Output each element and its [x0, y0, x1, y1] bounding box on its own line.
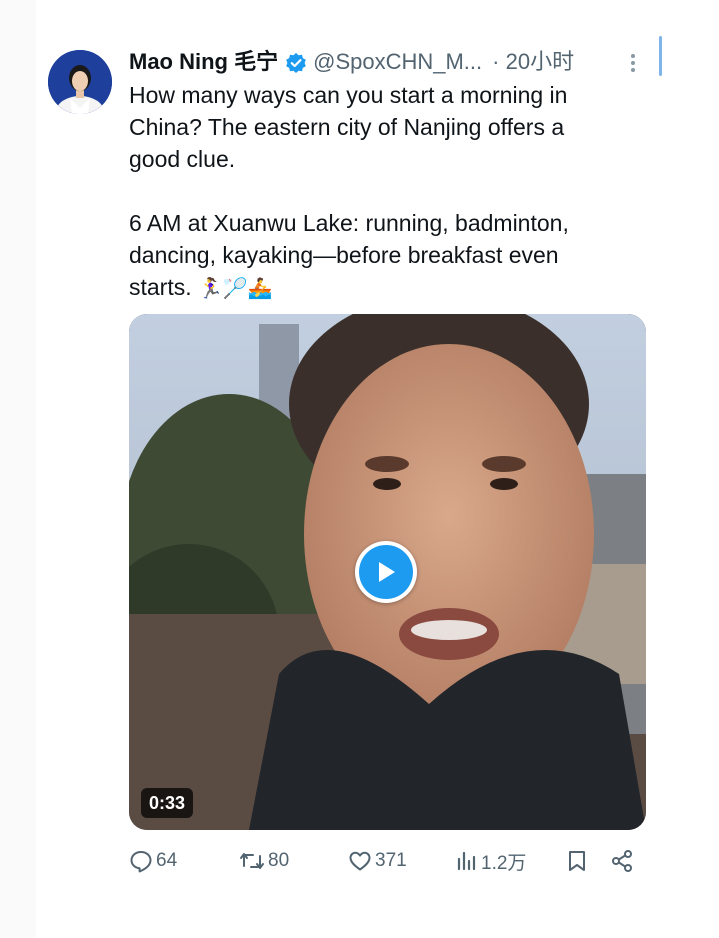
- bookmark-button[interactable]: [566, 844, 588, 878]
- avatar[interactable]: [48, 50, 112, 114]
- like-icon: [348, 849, 372, 873]
- action-bar: 64 80 371 1.2万: [129, 844, 649, 878]
- reply-icon: [129, 849, 153, 873]
- more-icon[interactable]: [627, 50, 639, 76]
- play-icon: [359, 545, 413, 599]
- tweet-text: How many ways can you start a morning in…: [129, 79, 629, 304]
- avatar-image: [48, 50, 112, 114]
- author-handle[interactable]: @SpoxCHN_M...: [313, 46, 482, 78]
- tweet-text-line: China? The eastern city of Nanjing offer…: [129, 114, 565, 140]
- verified-icon: [285, 51, 307, 73]
- video-player[interactable]: 0:33: [129, 314, 646, 830]
- like-count: 371: [375, 850, 407, 871]
- tweet-text-last: starts.: [129, 274, 192, 300]
- like-button[interactable]: 371: [348, 844, 407, 878]
- share-button[interactable]: [610, 844, 634, 878]
- emoji-sequence: 🏃‍♀️🏸🚣: [198, 276, 273, 300]
- author-name[interactable]: Mao Ning 毛宁: [129, 46, 278, 78]
- video-duration: 0:33: [141, 788, 194, 818]
- tweet-header: Mao Ning 毛宁 @SpoxCHN_M... · 20小时: [129, 46, 649, 78]
- page-edge: [0, 0, 36, 938]
- bookmark-icon: [566, 849, 588, 873]
- tweet-text-line: starts. 🏃‍♀️🏸🚣: [129, 271, 629, 304]
- scroll-indicator[interactable]: [659, 36, 662, 76]
- reply-button[interactable]: 64: [129, 844, 177, 878]
- retweet-icon: [239, 849, 265, 873]
- tweet-text-line: dancing, kayaking—before breakfast even: [129, 242, 559, 268]
- reply-count: 64: [156, 850, 178, 871]
- play-button[interactable]: [355, 541, 417, 603]
- tweet-time[interactable]: · 20小时: [492, 46, 574, 78]
- views-button[interactable]: 1.2万: [456, 844, 526, 878]
- tweet-text-line: 6 AM at Xuanwu Lake: running, badminton,: [129, 210, 569, 236]
- retweet-button[interactable]: 80: [239, 844, 289, 878]
- views-count: 1.2万: [481, 852, 527, 874]
- share-icon: [610, 849, 634, 873]
- views-icon: [456, 849, 478, 873]
- retweet-count: 80: [268, 850, 290, 871]
- tweet-text-line: How many ways can you start a morning in: [129, 82, 568, 108]
- tweet-text-line: good clue.: [129, 146, 236, 172]
